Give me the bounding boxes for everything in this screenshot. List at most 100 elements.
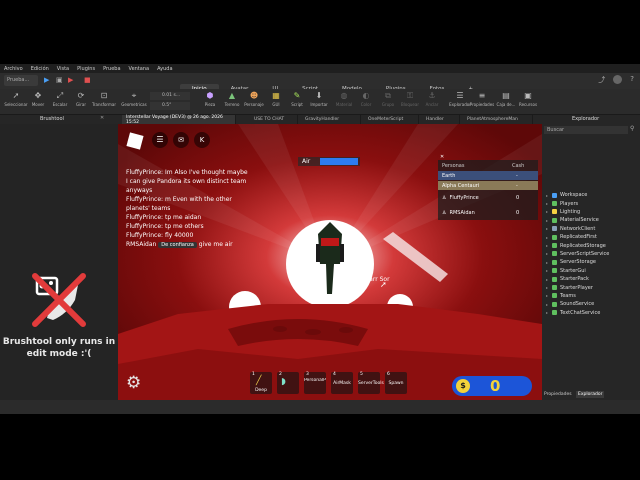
explorer-panel: Explorador Buscar ⚲ ▸ Workspace ▸ Players ▸ L… <box>542 115 640 400</box>
menu-edicion[interactable]: Edición <box>31 66 49 72</box>
team-row-alpha-centauri[interactable]: Alpha Centauri - <box>438 181 538 190</box>
explorer-item[interactable]: ▸ ReplicatedStorage <box>546 241 606 249</box>
move-stud-field[interactable]: 0.01 s... <box>150 92 190 100</box>
menu-prueba[interactable]: Prueba <box>103 66 120 72</box>
tab-propiedades[interactable]: Propiedades <box>544 392 572 397</box>
service-icon <box>552 285 557 291</box>
explorer-title: Explorador <box>572 116 600 122</box>
cash-display: $ 0 <box>452 376 532 396</box>
transform-icon: ⊡ <box>100 91 108 100</box>
service-icon <box>552 201 557 207</box>
explorer-item[interactable]: ▸ Players <box>546 199 578 207</box>
doc-tab-handler[interactable]: Handler <box>422 115 460 124</box>
script-icon: ✎ <box>293 91 301 100</box>
tool-recursos[interactable]: ▣ Recursos <box>514 91 542 113</box>
explorer-item-label: NetworkClient <box>560 225 596 232</box>
explorer-search[interactable]: Buscar <box>544 126 628 134</box>
anchor-icon: ⚓ <box>428 91 436 100</box>
service-icon <box>552 209 557 215</box>
stud-settings: 0.01 s... 0.5° <box>150 92 190 110</box>
quick-access-bar: Prueba... ▶ ▣ ▶ ■ Inicio Avatar UI Scrip… <box>0 73 640 95</box>
team-row-earth[interactable]: Earth - <box>438 171 538 180</box>
explorer-item[interactable]: ▸ StarterPack <box>546 275 589 283</box>
explorer-item-label: Players <box>560 200 579 207</box>
service-icon <box>552 259 557 265</box>
rotate-stud-field[interactable]: 0.5° <box>150 102 190 110</box>
player-row[interactable]: ♙ FluffyPrince 0 <box>438 192 538 204</box>
doc-tab-place[interactable]: Interstellar Voyage (DEV3) @ 26 ago. 202… <box>122 115 236 125</box>
doc-tab-planetatmosphere[interactable]: PlanetAtmosphereMan <box>463 115 533 124</box>
service-icon <box>552 301 557 307</box>
explorer-item-label: ReplicatedStorage <box>560 242 606 249</box>
color-icon: ◐ <box>362 91 370 100</box>
menu-plugins[interactable]: Plugins <box>77 66 95 72</box>
hotbar-slot-1[interactable]: 1 ╱ Deep <box>250 372 272 394</box>
explorer-filter-icon[interactable]: ⚲ <box>630 125 634 132</box>
play-here-button[interactable]: ▶ <box>68 76 73 84</box>
tool-geometricas[interactable]: ⌖ Geometricas <box>120 91 148 113</box>
server-button[interactable]: ▣ <box>56 76 63 84</box>
explorer-item[interactable]: ▸ Workspace <box>546 191 587 199</box>
explorer-item[interactable]: ▸ Teams <box>546 292 576 300</box>
gui-icon: ▦ <box>272 91 280 100</box>
hotbar-slot-5[interactable]: 5 ServerTools <box>358 372 384 394</box>
doc-tab-onemeterscript[interactable]: OneMeterScript <box>364 115 419 124</box>
hotbar-slot-3[interactable]: 3PersonalPla <box>304 372 326 394</box>
chat-line: FluffyPrince: tp me aidan <box>126 214 202 221</box>
settings-gear-icon[interactable]: ⚙ <box>126 374 141 392</box>
explorer-item[interactable]: ▸ NetworkClient <box>546 225 595 233</box>
tool-importar[interactable]: ⬇ Importar <box>305 91 333 113</box>
dollar-icon: $ <box>456 379 470 393</box>
geometry-icon: ⌖ <box>131 91 137 100</box>
share-icon[interactable]: ⤴ <box>598 75 605 85</box>
voice-icon[interactable]: K <box>194 132 210 148</box>
explorer-item-label: StarterGui <box>560 267 586 274</box>
service-icon <box>552 217 557 223</box>
hotbar-slot-2[interactable]: 2 ◗ <box>277 372 299 394</box>
chat-icon[interactable]: ✉ <box>173 132 189 148</box>
explorer-item[interactable]: ▸ ServerScriptService <box>546 250 609 258</box>
tool-anclar[interactable]: ⚓ Anclar <box>418 91 446 113</box>
player-row[interactable]: ♙ RMSAidan 0 <box>438 207 538 219</box>
player-icon: ♙ <box>442 210 447 216</box>
play-button[interactable]: ▶ <box>44 76 49 84</box>
service-icon <box>552 268 557 274</box>
import-icon: ⬇ <box>315 91 323 100</box>
explorer-item-label: Teams <box>560 292 576 299</box>
avatar[interactable] <box>613 75 623 84</box>
explorer-item-label: ServerStorage <box>560 259 596 266</box>
game-viewport[interactable]: ☰ ✉ K FluffyPrince: Im Also I've thought… <box>118 124 542 400</box>
stop-button[interactable]: ■ <box>84 76 91 84</box>
explorer-item-label: Lighting <box>560 208 581 215</box>
explorer-item[interactable]: ▸ SoundService <box>546 300 594 308</box>
explorer-item[interactable]: ▸ MaterialService <box>546 216 599 224</box>
service-icon <box>552 226 557 232</box>
explorer-item[interactable]: ▸ ReplicatedFirst <box>546 233 597 241</box>
menu-ventana[interactable]: Ventana <box>129 66 150 72</box>
explorer-item[interactable]: ▸ StarterGui <box>546 267 586 275</box>
tab-explorador[interactable]: Explorador <box>576 391 605 398</box>
chat-line: FluffyPrince: Im Also I've thought maybe <box>126 169 248 176</box>
hamburger-icon[interactable]: ☰ <box>152 132 168 148</box>
tool-transformar[interactable]: ⊡ Transformar <box>90 91 118 113</box>
place-selector[interactable]: Prueba... <box>4 75 38 86</box>
hotbar-slot-6[interactable]: 6 Spawn <box>385 372 407 394</box>
doc-tab-use-to-chat[interactable]: USE TO CHAT <box>250 115 298 124</box>
explorer-item[interactable]: ▸ StarterPlayer <box>546 283 593 291</box>
panel-close-icon[interactable]: ✕ <box>100 115 104 121</box>
air-meter: Air <box>298 157 360 166</box>
hotbar-slot-4[interactable]: 4 AirMask <box>331 372 353 394</box>
chat-line: RMSAidan De confianza give me air <box>126 241 233 248</box>
explorer-item[interactable]: ▸ TextChatService <box>546 309 600 317</box>
menu-ayuda[interactable]: Ayuda <box>157 66 172 72</box>
service-icon <box>552 310 557 316</box>
doc-tab-gravityhandler[interactable]: GravityHandler <box>301 115 361 124</box>
help-icon[interactable]: ? <box>630 75 634 85</box>
explorer-item-label: TextChatService <box>560 309 601 316</box>
service-icon <box>552 192 557 198</box>
menu-archivo[interactable]: Archivo <box>4 66 23 72</box>
explorer-item[interactable]: ▸ Lighting <box>546 208 580 216</box>
explorer-item[interactable]: ▸ ServerStorage <box>546 258 596 266</box>
explorer-item-label: ReplicatedFirst <box>560 234 597 241</box>
menu-vista[interactable]: Vista <box>57 66 69 72</box>
